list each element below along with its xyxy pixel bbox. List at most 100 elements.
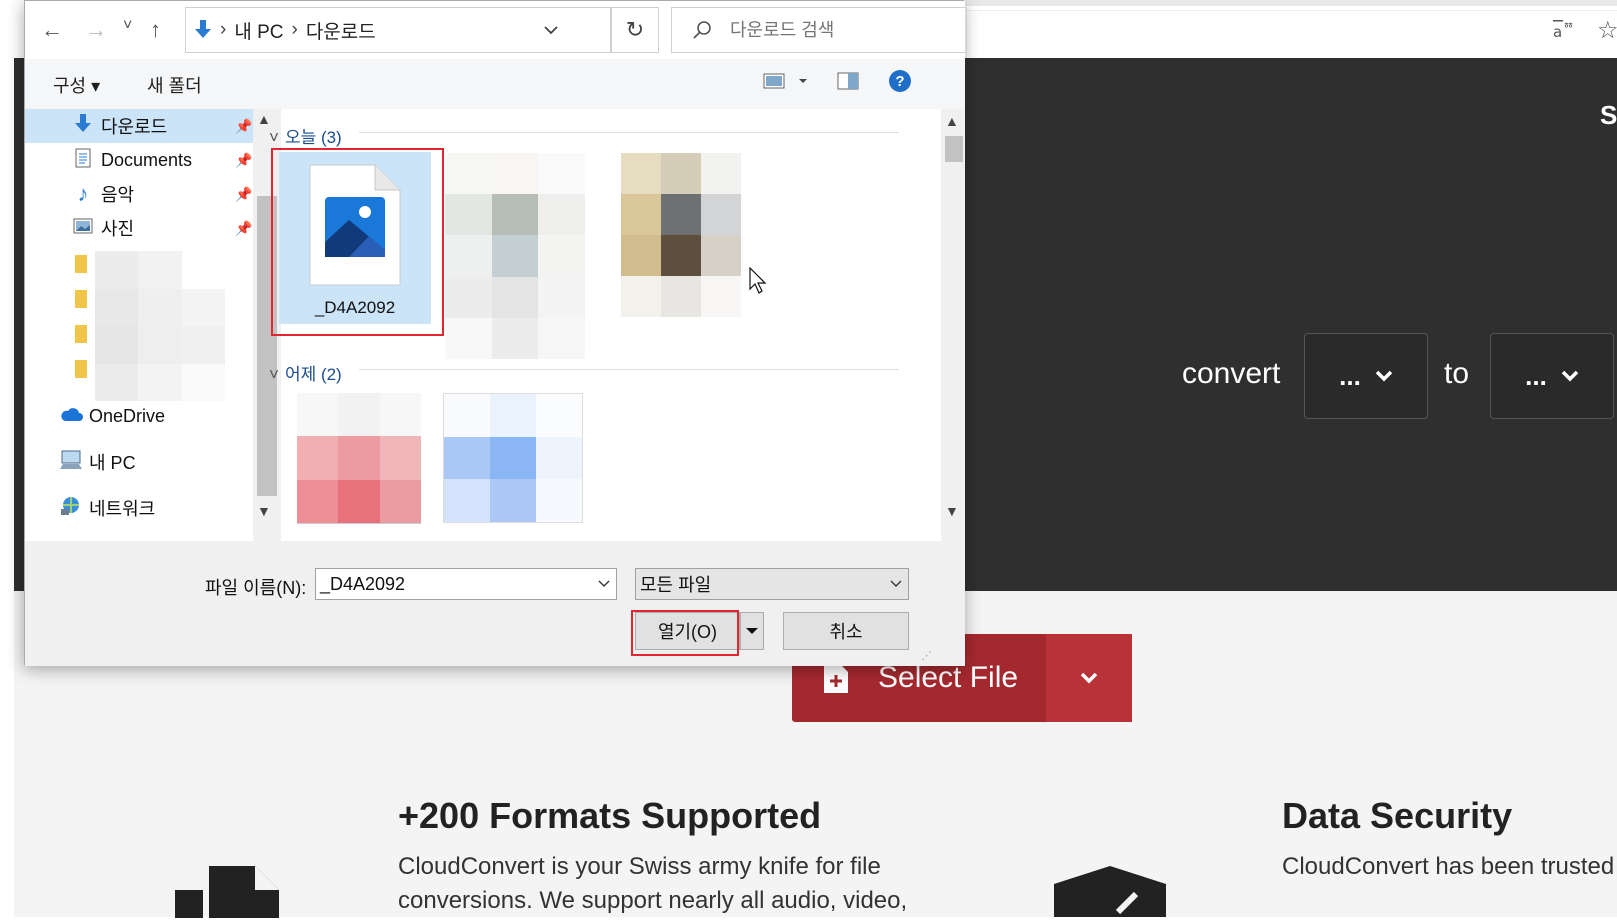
nav-item-downloads[interactable]: 다운로드 📌: [25, 109, 253, 143]
nav-item-label: 내 PC: [89, 453, 136, 473]
nav-item-music[interactable]: ♪ 음악 📌: [25, 177, 253, 211]
folder-icon[interactable]: [75, 290, 87, 313]
file-add-icon: [824, 663, 848, 693]
search-input[interactable]: [728, 18, 952, 42]
nav-item-pictures[interactable]: 사진 📌: [25, 211, 253, 245]
breadcrumb-item[interactable]: 다운로드: [306, 17, 376, 44]
search-icon: [693, 21, 711, 39]
file-thumbnail-blurred[interactable]: [297, 393, 421, 524]
folder-icon[interactable]: [75, 255, 87, 278]
file-format-icon: [175, 866, 279, 923]
shield-icon: [1054, 866, 1166, 922]
forward-button[interactable]: →: [85, 17, 107, 43]
svg-text:ᅘ: ᅘ: [1563, 21, 1574, 35]
nav-item-label: 다운로드: [101, 117, 168, 137]
select-file-label: Select File: [878, 661, 1019, 694]
scroll-down-icon[interactable]: ▼: [257, 503, 271, 519]
group-header-yesterday[interactable]: ˅ 어제 (2): [269, 360, 342, 385]
recent-locations-button[interactable]: ˅: [123, 17, 132, 35]
search-box[interactable]: [671, 7, 967, 53]
to-format-value: ...: [1525, 360, 1547, 391]
view-options-icon[interactable]: [763, 71, 811, 96]
scroll-down-icon[interactable]: ▼: [945, 503, 959, 519]
convert-label: convert: [1182, 357, 1281, 390]
nav-item-label: 사진: [101, 219, 135, 239]
feature-title: Data Security: [1282, 795, 1513, 836]
computer-icon: [59, 450, 83, 475]
nav-item-documents[interactable]: Documents 📌: [25, 143, 253, 177]
chevron-down-icon: ˅: [269, 365, 279, 384]
svg-text:a: a: [1553, 23, 1562, 41]
file-thumbnail-blurred[interactable]: [621, 153, 741, 317]
chevron-down-icon[interactable]: [598, 580, 610, 588]
chevron-down-icon[interactable]: [544, 25, 558, 35]
feature-text: CloudConvert has been trusted by our cus…: [1282, 853, 1617, 880]
chevron-down-icon: [890, 580, 902, 587]
navigation-pane: 다운로드 📌 Documents 📌 ♪ 음악 📌 사진 📌 OneDrive …: [25, 109, 279, 541]
group-divider: [359, 132, 899, 133]
up-button[interactable]: ↑: [150, 17, 161, 43]
pin-icon: 📌: [235, 117, 253, 134]
from-format-value: ...: [1339, 360, 1361, 391]
chevron-down-icon: [1561, 370, 1579, 382]
network-icon: [59, 496, 83, 521]
folder-icon[interactable]: [75, 325, 87, 348]
to-label: to: [1444, 357, 1470, 390]
cancel-button[interactable]: 취소: [783, 612, 909, 650]
chevron-down-icon: ˅: [269, 128, 279, 147]
file-thumbnail-blurred[interactable]: [443, 393, 583, 523]
folder-icon[interactable]: [75, 360, 87, 383]
organize-menu[interactable]: 구성 ▾: [53, 72, 100, 98]
browser-tab-strip: [900, 0, 1617, 6]
pin-icon: 📌: [235, 151, 253, 168]
file-pane-scroll-thumb[interactable]: [945, 136, 963, 162]
chevron-down-icon: [1080, 672, 1098, 684]
bookmark-star-icon[interactable]: ☆: [1597, 16, 1617, 45]
blurred-folder-names: [95, 251, 225, 401]
translate-icon[interactable]: aᅘ: [1552, 18, 1578, 50]
cloud-icon: [59, 406, 83, 427]
nav-item-label: OneDrive: [89, 405, 166, 426]
chevron-down-icon: [1375, 370, 1393, 382]
new-folder-button[interactable]: 새 폴더: [147, 72, 202, 98]
breadcrumb-item[interactable]: 내 PC: [234, 17, 283, 44]
pictures-icon: [71, 218, 95, 239]
address-breadcrumb[interactable]: › 내 PC › 다운로드: [185, 7, 611, 53]
preview-pane-icon[interactable]: [837, 72, 859, 95]
file-pane-scrollbar[interactable]: [941, 109, 965, 541]
music-icon: ♪: [77, 181, 89, 206]
caret-down-icon: [746, 628, 758, 634]
refresh-button[interactable]: ↻: [611, 7, 659, 53]
download-arrow-icon: [71, 113, 95, 139]
filename-value: _D4A2092: [320, 573, 406, 594]
nav-item-label: Documents: [101, 149, 193, 170]
group-header-label: 오늘 (3): [284, 128, 342, 147]
mouse-cursor-icon: [749, 267, 767, 294]
group-header-label: 어제 (2): [284, 365, 342, 384]
highlight-box: [631, 610, 739, 656]
filetype-value: 모든 파일: [640, 575, 712, 595]
open-options-dropdown[interactable]: [740, 612, 764, 650]
document-icon: [71, 148, 95, 173]
filename-input[interactable]: _D4A2092: [315, 568, 617, 600]
browser-address-bar[interactable]: [930, 10, 1617, 51]
page-left-margin: [0, 58, 14, 917]
help-button[interactable]: ?: [889, 70, 911, 92]
group-header-today[interactable]: ˅ 오늘 (3): [269, 123, 342, 148]
scroll-up-icon[interactable]: ▲: [945, 113, 959, 129]
resize-grip-icon[interactable]: ⋰: [921, 649, 932, 662]
highlight-box: [271, 148, 444, 336]
breadcrumb-separator-icon: ›: [291, 19, 298, 40]
nav-item-onedrive[interactable]: OneDrive: [25, 399, 253, 433]
nav-item-network[interactable]: 네트워크: [25, 491, 253, 525]
file-open-dialog: ← → ˅ ↑ › 내 PC › 다운로드 ↻ 구성 ▾ 새 폴더 ? 다운로드…: [24, 0, 967, 666]
nav-item-this-pc[interactable]: 내 PC: [25, 445, 253, 479]
download-arrow-icon: [195, 20, 211, 38]
select-file-dropdown[interactable]: [1046, 634, 1132, 722]
from-format-select[interactable]: ...: [1304, 333, 1428, 419]
to-format-select[interactable]: ...: [1490, 333, 1614, 419]
filetype-select[interactable]: 모든 파일: [635, 568, 909, 600]
file-thumbnail-blurred[interactable]: [445, 153, 585, 359]
nav-item-label: 음악: [101, 185, 135, 205]
back-button[interactable]: ←: [41, 17, 63, 43]
